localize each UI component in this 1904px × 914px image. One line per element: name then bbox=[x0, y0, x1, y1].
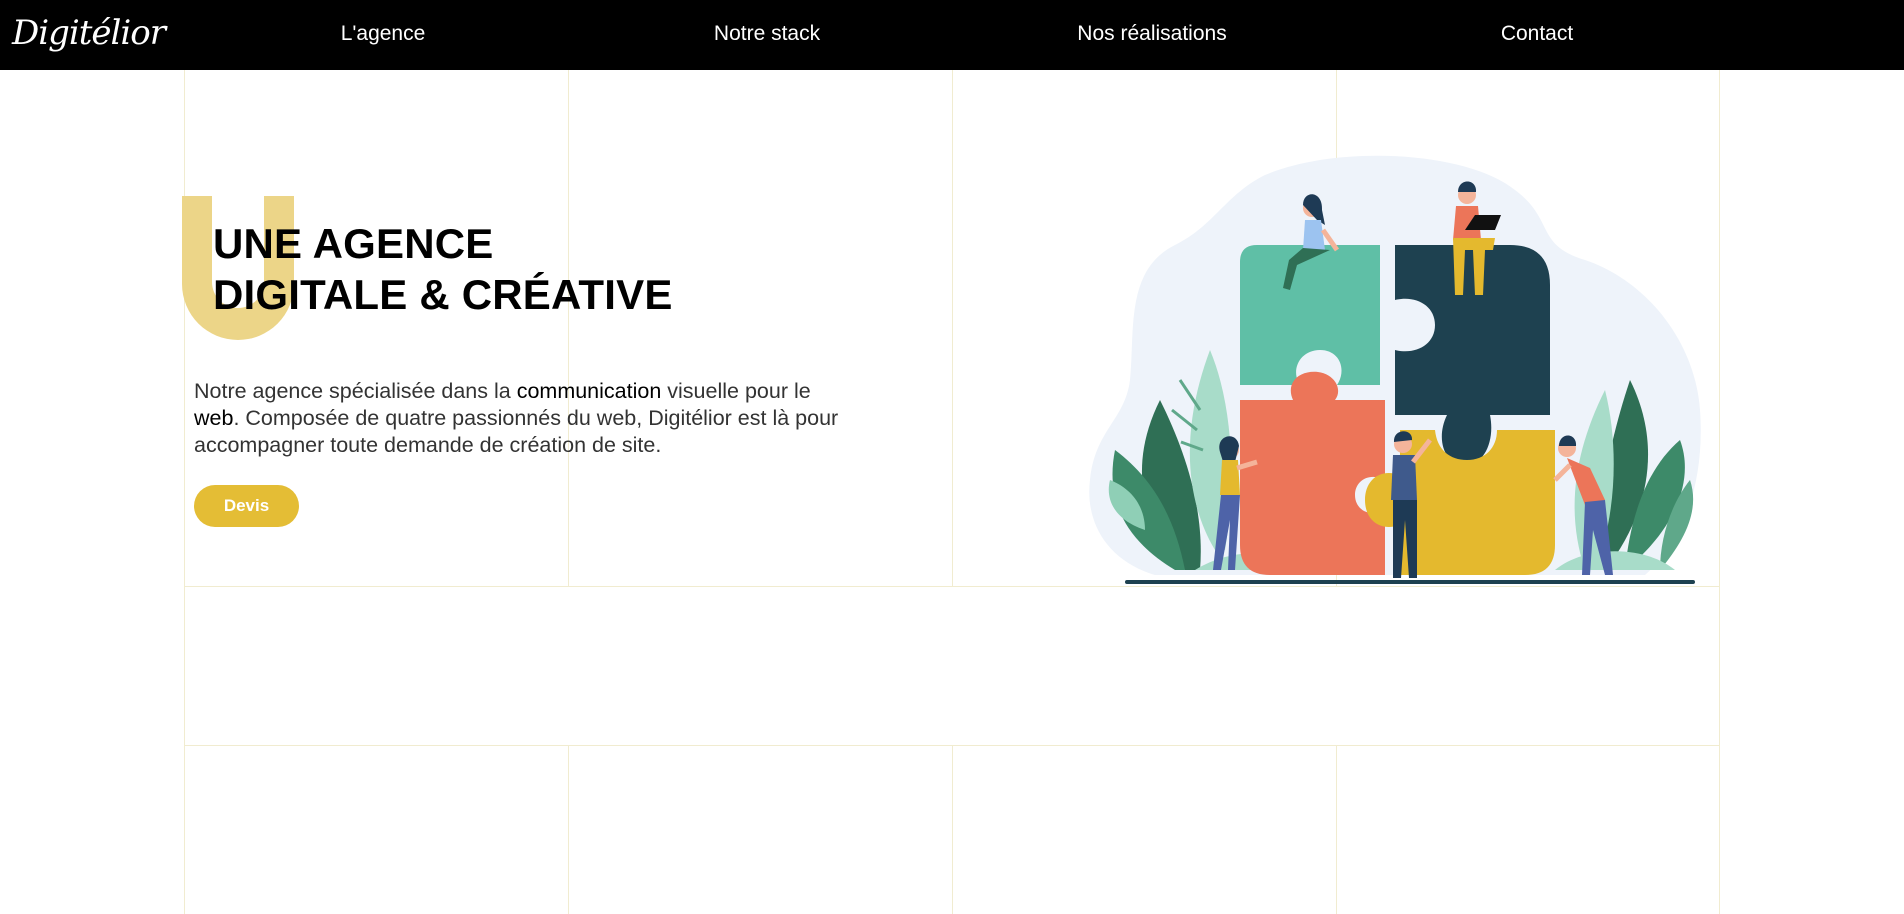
grid-line-h2 bbox=[184, 745, 1720, 746]
highlight-communication: communication bbox=[516, 379, 662, 403]
nav-link-realisations[interactable]: Nos réalisations bbox=[1077, 0, 1226, 70]
grid-line-v8 bbox=[1336, 746, 1337, 914]
grid-line-v3 bbox=[952, 70, 953, 587]
hero-title: UNE AGENCE DIGITALE & CRÉATIVE bbox=[213, 218, 673, 320]
nav-link-contact[interactable]: Contact bbox=[1501, 0, 1573, 70]
top-navbar: Digitélior L'agence Notre stack Nos réal… bbox=[0, 0, 1904, 70]
nav-link-agence[interactable]: L'agence bbox=[341, 0, 426, 70]
grid-line-v6 bbox=[568, 746, 569, 914]
hero-title-line2: DIGITALE & CRÉATIVE bbox=[213, 271, 673, 318]
devis-button[interactable]: Devis bbox=[194, 485, 299, 527]
highlight-web: web bbox=[194, 406, 234, 430]
team-puzzle-illustration bbox=[1089, 155, 1701, 584]
grid-line-v2 bbox=[568, 70, 569, 587]
grid-line-v7 bbox=[952, 746, 953, 914]
site-logo[interactable]: Digitélior bbox=[12, 8, 166, 58]
hero-description: Notre agence spécialisée dans la communi… bbox=[194, 379, 839, 457]
grid-line-v5 bbox=[1719, 70, 1720, 914]
nav-link-stack[interactable]: Notre stack bbox=[714, 0, 820, 70]
hero-title-line1: UNE AGENCE bbox=[213, 220, 494, 267]
